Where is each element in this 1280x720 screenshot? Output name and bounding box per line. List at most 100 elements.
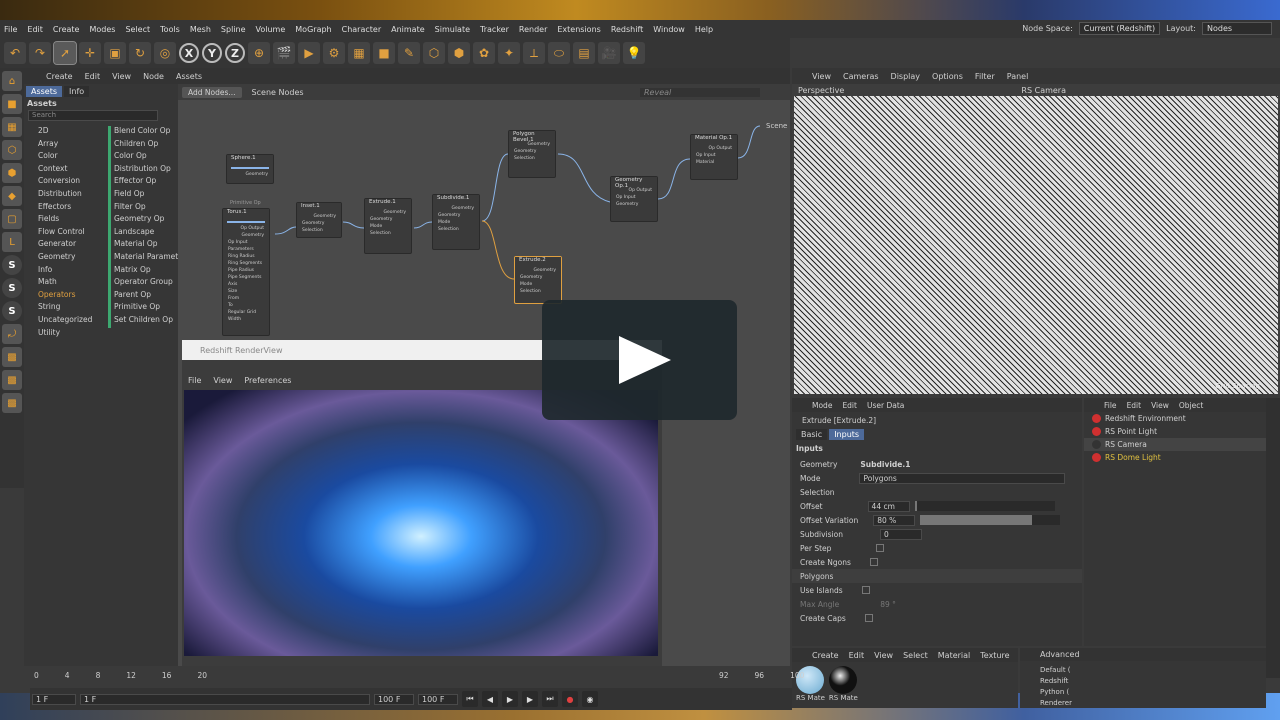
object-row[interactable]: RS Dome Light [1084, 451, 1266, 464]
record-icon[interactable]: ● [562, 691, 578, 707]
z-axis-button[interactable]: Z [225, 43, 245, 63]
mode-dropdown[interactable]: Polygons [859, 472, 1066, 484]
material-menu-item[interactable]: Select [903, 651, 928, 660]
material-menu-item[interactable]: Material [938, 651, 971, 660]
menu-item[interactable]: Create [53, 25, 80, 34]
extrude-icon[interactable]: ⬢ [448, 42, 470, 64]
category-item[interactable]: String [38, 302, 92, 315]
operator-item[interactable]: Blend Color Op [108, 126, 178, 139]
node-extrude1[interactable]: Extrude.1 Geometry Geometry Mode Selection [364, 198, 412, 254]
offset-slider[interactable] [914, 501, 1055, 511]
menu-item[interactable]: Tools [160, 25, 180, 34]
category-item[interactable]: Color [38, 151, 92, 164]
rv-menu-view[interactable]: View [213, 376, 232, 385]
node-editor-menu-item[interactable]: Node [143, 72, 164, 81]
scale-tool-icon[interactable]: ▣ [104, 42, 126, 64]
operator-item[interactable]: Set Children Op [108, 314, 178, 328]
node-polygon-bevel[interactable]: Polygon Bevel.1 Geometry Geometry Selection [508, 130, 556, 178]
grid-icon[interactable]: ▩ [2, 347, 22, 367]
tab-assets[interactable]: Assets [26, 86, 63, 97]
node-sphere[interactable]: Sphere.1 Geometry [226, 154, 274, 184]
render-view-icon[interactable]: ▶ [298, 42, 320, 64]
object-menu-item[interactable]: Object [1179, 401, 1203, 410]
object-menu-item[interactable]: View [1151, 401, 1169, 410]
menu-item[interactable]: Edit [27, 25, 43, 34]
goto-end-icon[interactable]: ⏭ [542, 691, 558, 707]
cube-icon[interactable]: ■ [373, 42, 395, 64]
coord-system-icon[interactable]: ⊕ [248, 42, 270, 64]
move-tool-icon[interactable]: ✛ [79, 42, 101, 64]
goto-start-icon[interactable]: ⏮ [462, 691, 478, 707]
y-axis-button[interactable]: Y [202, 43, 222, 63]
operator-item[interactable]: Filter Op [108, 201, 178, 215]
field-icon[interactable]: ⟂ [523, 42, 545, 64]
node-editor-menu-item[interactable]: Assets [176, 72, 202, 81]
live-select-icon[interactable]: ◎ [154, 42, 176, 64]
end-frame-field[interactable]: 100 F [374, 693, 414, 705]
object-row[interactable]: RS Camera [1084, 438, 1266, 451]
viewport-menu-item[interactable]: Cameras [843, 72, 879, 81]
viewport-menu-item[interactable]: Filter [975, 72, 995, 81]
autokey-icon[interactable]: ◉ [582, 691, 598, 707]
menu-item[interactable]: Volume [256, 25, 286, 34]
grid2-icon[interactable]: ▩ [2, 370, 22, 390]
timeline-tick[interactable]: 96 [755, 671, 765, 680]
menu-item[interactable]: Redshift [611, 25, 643, 34]
create-caps-checkbox[interactable] [864, 614, 873, 622]
max-frame-field[interactable]: 100 F [418, 693, 458, 705]
menu-item[interactable]: Simulate [435, 25, 470, 34]
node-editor-menu-item[interactable]: View [112, 72, 131, 81]
node-extrude2[interactable]: Extrude.2 Geometry Geometry Mode Selection [514, 256, 562, 304]
edges-mode-icon[interactable]: ⬢ [2, 163, 22, 183]
timeline-ruler[interactable]: 0 4 8 12 16 20 92 96 100 [30, 666, 804, 684]
timeline-tick[interactable]: 92 [719, 671, 729, 680]
select-tool-icon[interactable]: ➚ [53, 41, 77, 65]
object-row[interactable]: RS Point Light [1084, 425, 1266, 438]
menu-item[interactable]: Character [342, 25, 382, 34]
material-menu-item[interactable]: Create [812, 651, 839, 660]
operator-item[interactable]: Primitive Op [108, 302, 178, 315]
operator-item[interactable]: Landscape [108, 226, 178, 240]
viewport-menu-item[interactable]: Panel [1007, 72, 1029, 81]
viewport-menu-item[interactable]: Options [932, 72, 963, 81]
node-torus[interactable]: Torus.1 Op Output Geometry Op Input Para… [222, 208, 270, 336]
timeline-tick[interactable]: 12 [126, 671, 136, 680]
redo-icon[interactable]: ↷ [29, 42, 51, 64]
attr-menu-item[interactable]: User Data [867, 401, 904, 410]
operator-item[interactable]: Operator Group [108, 277, 178, 290]
x-axis-button[interactable]: X [179, 43, 199, 63]
operator-item[interactable]: Matrix Op [108, 264, 178, 278]
category-item[interactable]: Context [38, 164, 92, 177]
object-menu-item[interactable]: File [1104, 401, 1117, 410]
rotate-tool-icon[interactable]: ↻ [129, 42, 151, 64]
category-item[interactable]: Conversion [38, 176, 92, 189]
make-editable-icon[interactable]: ⌂ [2, 71, 22, 91]
operator-item[interactable]: Material Paramet [108, 251, 178, 265]
menu-item[interactable]: Spline [221, 25, 246, 34]
play-icon[interactable]: ▶ [502, 691, 518, 707]
deformer-icon[interactable]: ✦ [498, 42, 520, 64]
node-space-dropdown[interactable]: Current (Redshift) [1078, 22, 1161, 35]
menu-item[interactable]: Help [695, 25, 713, 34]
node-inset[interactable]: Inset.1 Geometry Geometry Selection [296, 202, 342, 238]
timeline-tick[interactable]: 20 [197, 671, 207, 680]
menu-item[interactable]: Animate [391, 25, 425, 34]
pen-icon[interactable]: ✎ [398, 42, 420, 64]
operator-item[interactable]: Effector Op [108, 176, 178, 189]
menu-item[interactable]: MoGraph [295, 25, 331, 34]
attr-menu-item[interactable]: Mode [812, 401, 832, 410]
picture-viewer-icon[interactable]: ▦ [348, 42, 370, 64]
subdivision-icon[interactable]: ⬡ [423, 42, 445, 64]
render-settings-icon[interactable]: ⚙ [323, 42, 345, 64]
max-angle-field[interactable]: 89 ° [880, 600, 896, 609]
timeline-tick[interactable]: 4 [65, 671, 70, 680]
render-region-icon[interactable]: 🎬 [273, 42, 295, 64]
advanced-item[interactable]: Renderer [1040, 698, 1246, 709]
polygons-mode-icon[interactable]: ◆ [2, 186, 22, 206]
layout-dropdown[interactable]: Nodes [1202, 22, 1272, 35]
advanced-item[interactable]: Python ( [1040, 687, 1246, 698]
menu-item[interactable]: Mesh [190, 25, 211, 34]
menu-item[interactable]: Render [519, 25, 547, 34]
grid3-icon[interactable]: ▩ [2, 393, 22, 413]
undo-icon[interactable]: ↶ [4, 42, 26, 64]
